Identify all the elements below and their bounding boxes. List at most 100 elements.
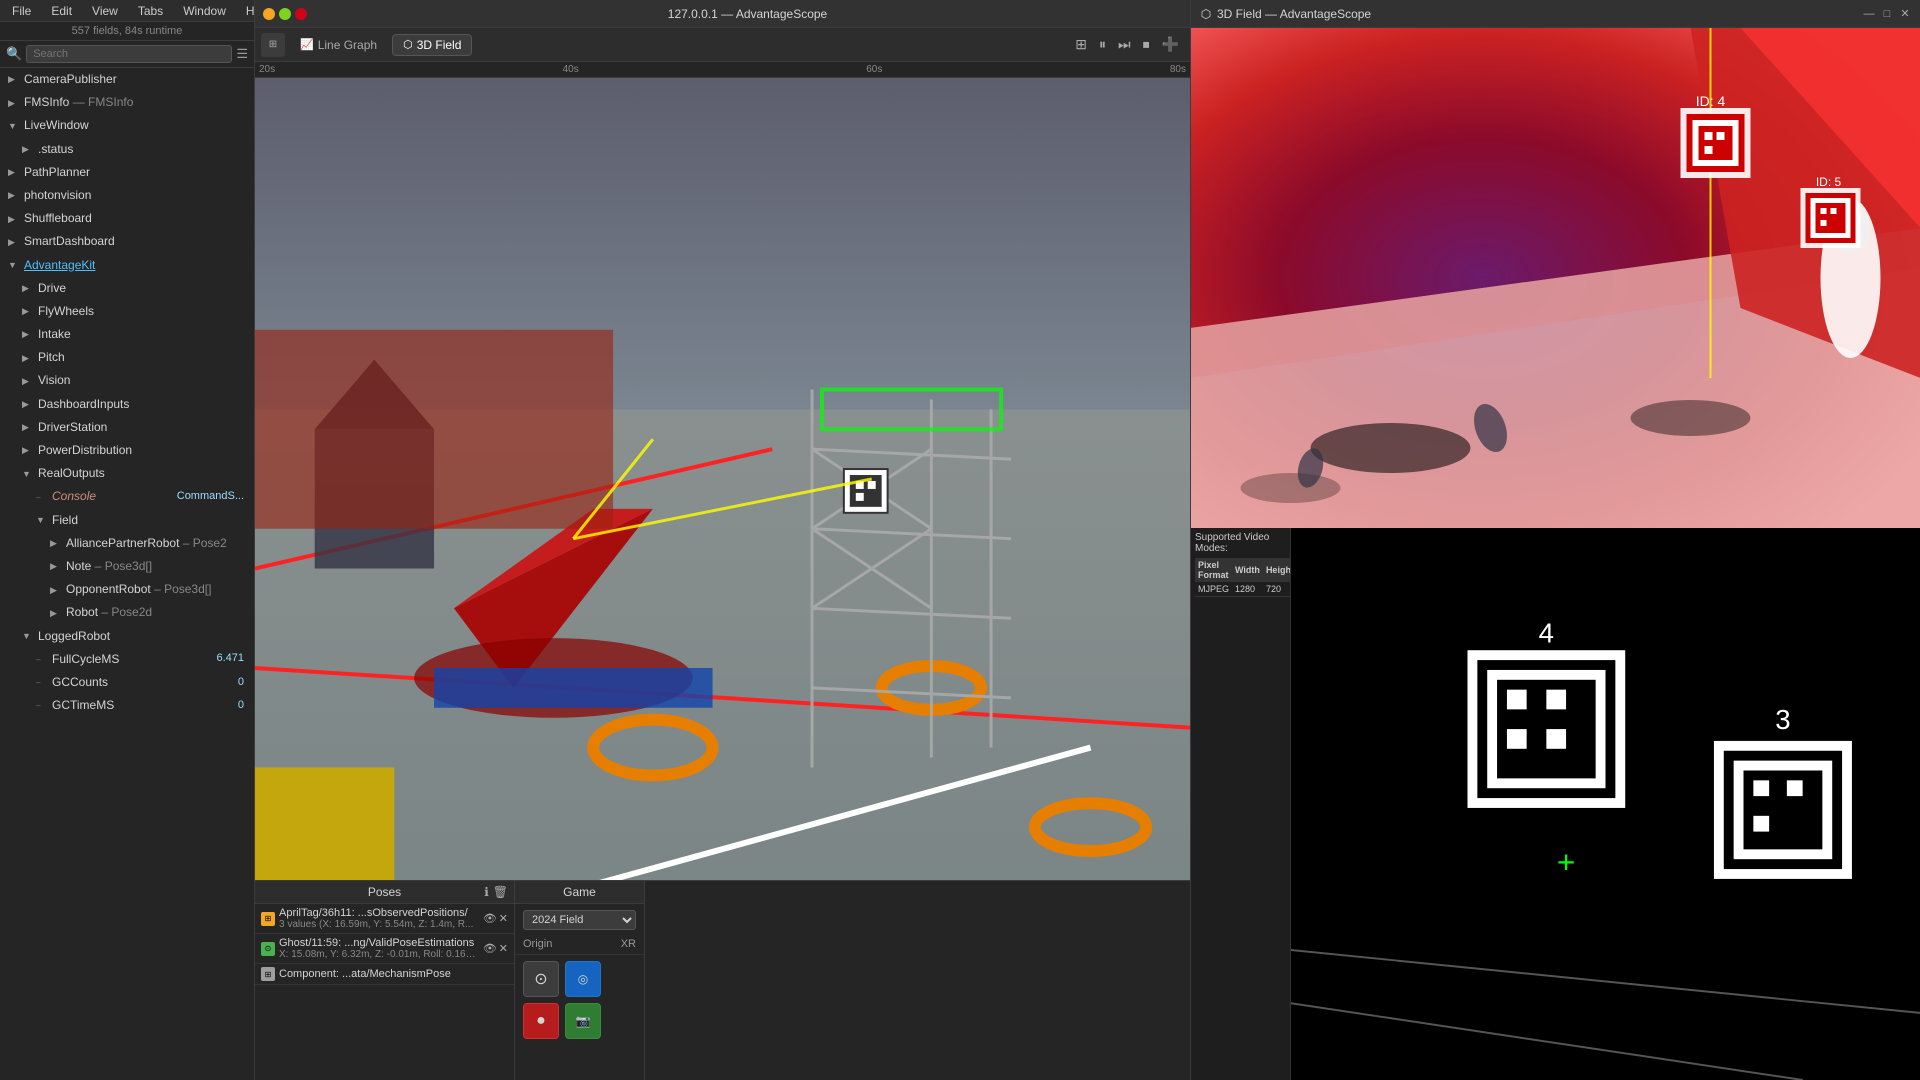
toolbar-add-btn[interactable]: ➕ xyxy=(1157,34,1184,55)
label-pitch: Pitch xyxy=(38,348,65,367)
poses-delete-icon[interactable]: 🗑 xyxy=(493,885,508,899)
pose-visible-icon-ghost[interactable]: 👁 xyxy=(483,942,497,955)
sidebar-item-photonvision[interactable]: photonvision xyxy=(0,184,254,207)
menu-view[interactable]: View xyxy=(88,2,122,20)
sidebar-item-driver-station[interactable]: DriverStation xyxy=(0,416,254,439)
pose-close-icon-apriltag[interactable]: ✕ xyxy=(499,912,508,925)
label-real-outputs: RealOutputs xyxy=(38,464,105,483)
sidebar-item-drive[interactable]: Drive xyxy=(0,277,254,300)
search-icon: 🔍 xyxy=(6,46,22,62)
sidebar-item-note[interactable]: Note – Pose3d[] xyxy=(0,555,254,578)
col-pixel-format: Pixel Format xyxy=(1195,558,1232,582)
sidebar-item-logged-robot[interactable]: LoggedRobot xyxy=(0,625,254,648)
filter-icon[interactable]: ☰ xyxy=(236,46,248,62)
poses-info-icon[interactable]: ℹ xyxy=(484,885,489,899)
toolbar-pause-btn[interactable]: ⏸ xyxy=(1094,34,1111,55)
label-fmsinfo: FMSInfo xyxy=(24,93,69,112)
pose-item-component[interactable]: ⊞ Component: ...ata/MechanismPose xyxy=(255,964,514,985)
field-3d-top[interactable]: ID: 4 ID: 5 xyxy=(1191,28,1920,528)
sidebar-item-smartdashboard[interactable]: SmartDashboard xyxy=(0,230,254,253)
tab-3d-field[interactable]: ⬡ 3D Field xyxy=(392,34,472,56)
game-panel: Game 2024 Field Origin XR ⊙ ◎ ● 📷 xyxy=(515,881,645,1080)
sidebar-item-gc-counts[interactable]: GCCounts 0 xyxy=(0,671,254,694)
game-xr-btn[interactable]: ◎ xyxy=(565,961,601,997)
label-logged-robot: LoggedRobot xyxy=(38,627,110,646)
maximize-btn[interactable] xyxy=(279,8,291,20)
value-console: CommandS... xyxy=(177,488,250,506)
sidebar-item-status[interactable]: .status xyxy=(0,138,254,161)
tab-bar: ⊞ 📈 Line Graph ⬡ 3D Field ⊞ ⏸ ⏭ ⏹ ➕ xyxy=(255,28,1190,62)
arrow-flywheels xyxy=(22,304,36,318)
field-minimize-btn[interactable]: — xyxy=(1862,7,1876,21)
sidebar-item-intake[interactable]: Intake xyxy=(0,323,254,346)
sidebar-item-alliance-partner-robot[interactable]: AlliancePartnerRobot – Pose2 xyxy=(0,532,254,555)
sidebar-item-vision[interactable]: Vision xyxy=(0,369,254,392)
sidebar-item-power-distribution[interactable]: PowerDistribution xyxy=(0,439,254,462)
sidebar-item-opponent-robot[interactable]: OpponentRobot – Pose3d[] xyxy=(0,578,254,601)
pose-item-apriltag[interactable]: ⊞ AprilTag/36h11: ...sObservedPositions/… xyxy=(255,904,514,934)
pose-text-container-apriltag: AprilTag/36h11: ...sObservedPositions/ 3… xyxy=(279,907,479,930)
arrow-real-outputs xyxy=(22,467,36,481)
pose-item-ghost[interactable]: ⊙ Ghost/11:59: ...ng/ValidPoseEstimation… xyxy=(255,934,514,964)
tab-icon-btn[interactable]: ⊞ xyxy=(261,33,285,57)
tag-label-lower: ID: 5 xyxy=(1816,175,1842,189)
tab-line-graph[interactable]: 📈 Line Graph xyxy=(289,34,388,56)
sidebar-item-pathplanner[interactable]: PathPlanner xyxy=(0,161,254,184)
menu-file[interactable]: File xyxy=(8,2,35,20)
menu-edit[interactable]: Edit xyxy=(47,2,76,20)
camera-view[interactable]: + 4 3 xyxy=(1291,528,1920,1080)
sidebar-item-gc-time-ms[interactable]: GCTimeMS 0 xyxy=(0,694,254,717)
camera-tag3-label: 3 xyxy=(1775,704,1790,735)
field-3d-svg: ID: 4 ID: 5 xyxy=(1191,28,1920,528)
sidebar-item-pitch[interactable]: Pitch xyxy=(0,346,254,369)
sidebar-item-field[interactable]: Field xyxy=(0,509,254,532)
toolbar-stop-btn[interactable]: ⏹ xyxy=(1138,34,1155,55)
arrow-power-distribution xyxy=(22,443,36,457)
sidebar-item-livewindow[interactable]: LiveWindow xyxy=(0,114,254,137)
menu-help[interactable]: Help xyxy=(242,2,255,20)
label-robot: Robot xyxy=(66,603,98,622)
game-camera-btn[interactable]: 📷 xyxy=(565,1003,601,1039)
menu-window[interactable]: Window xyxy=(179,2,230,20)
game-red-btn[interactable]: ● xyxy=(523,1003,559,1039)
label-note-suffix: – Pose3d[] xyxy=(91,557,152,576)
field-maximize-btn[interactable]: □ xyxy=(1880,7,1894,21)
bottom-entries xyxy=(645,881,1190,1080)
pose-text-container-component: Component: ...ata/MechanismPose xyxy=(279,968,508,980)
game-origin-btn[interactable]: ⊙ xyxy=(523,961,559,997)
sidebar-item-dashboard-inputs[interactable]: DashboardInputs xyxy=(0,393,254,416)
sidebar-item-shuffleboard[interactable]: Shuffleboard xyxy=(0,207,254,230)
label-smartdashboard: SmartDashboard xyxy=(24,232,115,251)
sidebar-item-flywheels[interactable]: FlyWheels xyxy=(0,300,254,323)
minimize-btn[interactable] xyxy=(263,8,275,20)
sidebar-item-fmsinfo[interactable]: FMSInfo — FMSInfo xyxy=(0,91,254,114)
label-status: .status xyxy=(38,140,73,159)
pose-visible-icon-apriltag[interactable]: 👁 xyxy=(483,912,497,925)
arrow-livewindow xyxy=(8,119,22,133)
close-btn[interactable] xyxy=(295,8,307,20)
toolbar-step-fwd-btn[interactable]: ⏭ xyxy=(1113,34,1136,55)
label-intake: Intake xyxy=(38,325,71,344)
sidebar-item-camera-publisher[interactable]: CameraPublisher xyxy=(0,68,254,91)
sidebar-item-robot[interactable]: Robot – Pose2d xyxy=(0,601,254,624)
game-dropdown[interactable]: 2024 Field xyxy=(523,910,636,930)
toolbar-layout-btn[interactable]: ⊞ xyxy=(1070,34,1092,55)
sidebar-item-console[interactable]: Console CommandS... xyxy=(0,485,254,508)
bottom-panel: Poses ℹ 🗑 ⊞ AprilTag/36h11: ...sObserved… xyxy=(255,880,1190,1080)
sidebar-item-full-cycle-ms[interactable]: FullCycleMS 6.471 xyxy=(0,648,254,671)
timeline-mark-80s: 80s xyxy=(1170,64,1186,75)
menu-tabs[interactable]: Tabs xyxy=(134,2,167,20)
field-close-btn[interactable]: ✕ xyxy=(1898,7,1912,21)
viewport-3d[interactable] xyxy=(255,78,1190,880)
arrow-drive xyxy=(22,281,36,295)
pose-close-icon-ghost[interactable]: ✕ xyxy=(499,942,508,955)
cell-pixel-format: MJPEG xyxy=(1195,582,1232,597)
search-input[interactable] xyxy=(26,45,232,63)
main-content: 127.0.0.1 — AdvantageScope ⊞ 📈 Line Grap… xyxy=(255,0,1190,1080)
arrow-gc-time-ms xyxy=(36,698,50,713)
sidebar-item-real-outputs[interactable]: RealOutputs xyxy=(0,462,254,485)
sidebar-item-advantagekit[interactable]: AdvantageKit xyxy=(0,254,254,277)
label-dashboard-inputs: DashboardInputs xyxy=(38,395,129,414)
label-full-cycle: FullCycleMS xyxy=(52,650,119,669)
arrow-dashboard-inputs xyxy=(22,397,36,411)
